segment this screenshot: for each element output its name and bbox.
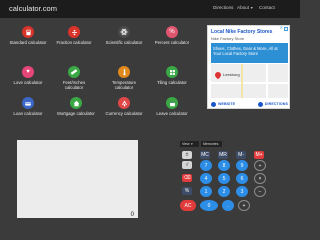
ad-directions-button[interactable]: DIRECTIONS bbox=[257, 101, 288, 107]
nav-directions-label: Directions bbox=[213, 5, 234, 10]
tiling-calculator-link[interactable]: Tiling calculator bbox=[153, 66, 191, 85]
key-1[interactable]: 1 bbox=[200, 186, 212, 197]
advertisement[interactable]: i ✕ Local Nike Factory Stores Nike Facto… bbox=[207, 25, 290, 109]
calculator-label: Temperature calculator bbox=[111, 80, 137, 90]
caret-down-icon: ▼ bbox=[250, 6, 254, 10]
calculator-label: Leave calculator bbox=[156, 111, 188, 116]
calculator-label: Standard calculator bbox=[9, 40, 47, 45]
calculator-label: Love calculator bbox=[13, 80, 43, 85]
ad-website-button[interactable]: WEBSITE bbox=[211, 101, 236, 107]
view-select[interactable]: View ▼ bbox=[180, 141, 199, 147]
memories-select[interactable]: Memories bbox=[201, 141, 222, 147]
plus-minus-key[interactable]: ± bbox=[182, 151, 192, 159]
percent-key[interactable]: % bbox=[182, 187, 192, 195]
leave-calculator-link[interactable]: Leave calculator bbox=[153, 97, 191, 116]
scientific-calculator-link[interactable]: Scientific calculator bbox=[105, 26, 143, 45]
key-6[interactable]: 6 bbox=[236, 173, 248, 184]
map-pin-icon bbox=[213, 70, 223, 80]
nav-about-label: About bbox=[237, 5, 250, 10]
map-road bbox=[211, 82, 288, 84]
ruler-icon bbox=[68, 66, 80, 78]
key-7[interactable]: 7 bbox=[200, 160, 212, 171]
view-select-value: View bbox=[182, 142, 190, 146]
multiply-key[interactable]: × bbox=[254, 173, 266, 184]
ad-directions-label: DIRECTIONS bbox=[264, 102, 288, 106]
globe-icon bbox=[211, 101, 216, 107]
loan-calculator-link[interactable]: Loan calculator bbox=[9, 97, 47, 116]
caret-down-icon: ▼ bbox=[190, 142, 194, 146]
loan-icon bbox=[22, 97, 34, 109]
minus-key[interactable]: − bbox=[254, 186, 266, 197]
percent-calculator-link[interactable]: % Percent calculator bbox=[153, 26, 191, 45]
key-3[interactable]: 3 bbox=[236, 186, 248, 197]
memories-select-value: Memories bbox=[203, 142, 219, 146]
memory-recall-key[interactable]: MR bbox=[218, 151, 228, 159]
key-4[interactable]: 4 bbox=[200, 173, 212, 184]
fraction-calculator-link[interactable]: Fraction calculator bbox=[55, 26, 93, 45]
calculator-display: 0 bbox=[17, 140, 138, 218]
display-value: 0 bbox=[130, 212, 134, 218]
nav-about-dropdown[interactable]: About▼ bbox=[237, 5, 253, 10]
info-icon[interactable]: i bbox=[284, 27, 288, 31]
leave-icon bbox=[166, 97, 178, 109]
currency-icon bbox=[118, 97, 130, 109]
key-2[interactable]: 2 bbox=[218, 186, 230, 197]
backspace-key[interactable]: ⌫ bbox=[182, 174, 192, 182]
key-0[interactable]: 0 bbox=[200, 200, 218, 211]
scientific-icon bbox=[118, 26, 130, 38]
decimal-key[interactable]: . bbox=[222, 200, 234, 211]
ad-title[interactable]: Local Nike Factory Stores bbox=[211, 29, 272, 35]
calculator-label: Feet/Inches calculator bbox=[62, 80, 86, 90]
site-title-link[interactable]: calculator.com bbox=[9, 4, 57, 13]
calculator-label: Percent calculator bbox=[154, 40, 190, 45]
key-8[interactable]: 8 bbox=[218, 160, 230, 171]
memory-clear-key[interactable]: MC bbox=[200, 151, 210, 159]
nav-contact[interactable]: Contact bbox=[259, 5, 275, 10]
close-icon[interactable]: ✕ bbox=[280, 26, 283, 30]
nav-contact-label: Contact bbox=[259, 5, 275, 10]
calculator-label: Mortgage calculator bbox=[57, 111, 95, 116]
memory-minus-key[interactable]: M- bbox=[236, 151, 246, 159]
thermometer-icon bbox=[118, 66, 130, 78]
calculator-icon bbox=[22, 26, 34, 38]
calculator-label: Fraction calculator bbox=[56, 40, 92, 45]
ad-banner-text: Shoes, Clothes, Gear & More, All at Your… bbox=[213, 46, 278, 57]
map-road bbox=[241, 64, 243, 98]
calculator-label: Loan calculator bbox=[13, 111, 43, 116]
divide-key[interactable]: ÷ bbox=[254, 160, 266, 171]
calculator-label: Scientific calculator bbox=[105, 40, 143, 45]
ad-banner[interactable]: Shoes, Clothes, Gear & More, All at Your… bbox=[211, 43, 288, 63]
map-road bbox=[266, 64, 268, 98]
ad-subtitle: Nike Factory Store bbox=[211, 36, 245, 41]
nav-directions[interactable]: Directions bbox=[213, 5, 233, 10]
calculator-label: Tiling calculator bbox=[157, 80, 187, 85]
house-icon bbox=[70, 97, 82, 109]
key-9[interactable]: 9 bbox=[236, 160, 248, 171]
ad-map[interactable]: Leesburg bbox=[211, 64, 288, 98]
temperature-calculator-link[interactable]: Temperature calculator bbox=[105, 66, 143, 90]
heart-icon: ♥ bbox=[22, 66, 34, 78]
memory-plus-key[interactable]: M+ bbox=[254, 151, 264, 159]
plus-key[interactable]: + bbox=[238, 200, 250, 211]
square-root-key[interactable]: √ bbox=[182, 161, 192, 169]
currency-calculator-link[interactable]: Currency calculator bbox=[105, 97, 143, 116]
directions-icon bbox=[257, 101, 263, 107]
percent-icon: % bbox=[166, 26, 178, 38]
ad-buttons: WEBSITE DIRECTIONS bbox=[211, 100, 288, 108]
feet-inches-calculator-link[interactable]: Feet/Inches calculator bbox=[55, 66, 93, 90]
fraction-icon bbox=[68, 26, 80, 38]
map-place-label: Leesburg bbox=[223, 72, 240, 77]
ad-website-label: WEBSITE bbox=[218, 102, 236, 106]
mortgage-calculator-link[interactable]: Mortgage calculator bbox=[57, 97, 95, 116]
tiles-icon bbox=[166, 66, 178, 78]
all-clear-key[interactable]: AC bbox=[180, 200, 196, 211]
calculator-label: Currency calculator bbox=[105, 111, 143, 116]
key-5[interactable]: 5 bbox=[218, 173, 230, 184]
top-navbar: calculator.com Directions About▼ Contact bbox=[0, 0, 300, 18]
love-calculator-link[interactable]: ♥ Love calculator bbox=[9, 66, 47, 85]
standard-calculator-link[interactable]: Standard calculator bbox=[9, 26, 47, 45]
